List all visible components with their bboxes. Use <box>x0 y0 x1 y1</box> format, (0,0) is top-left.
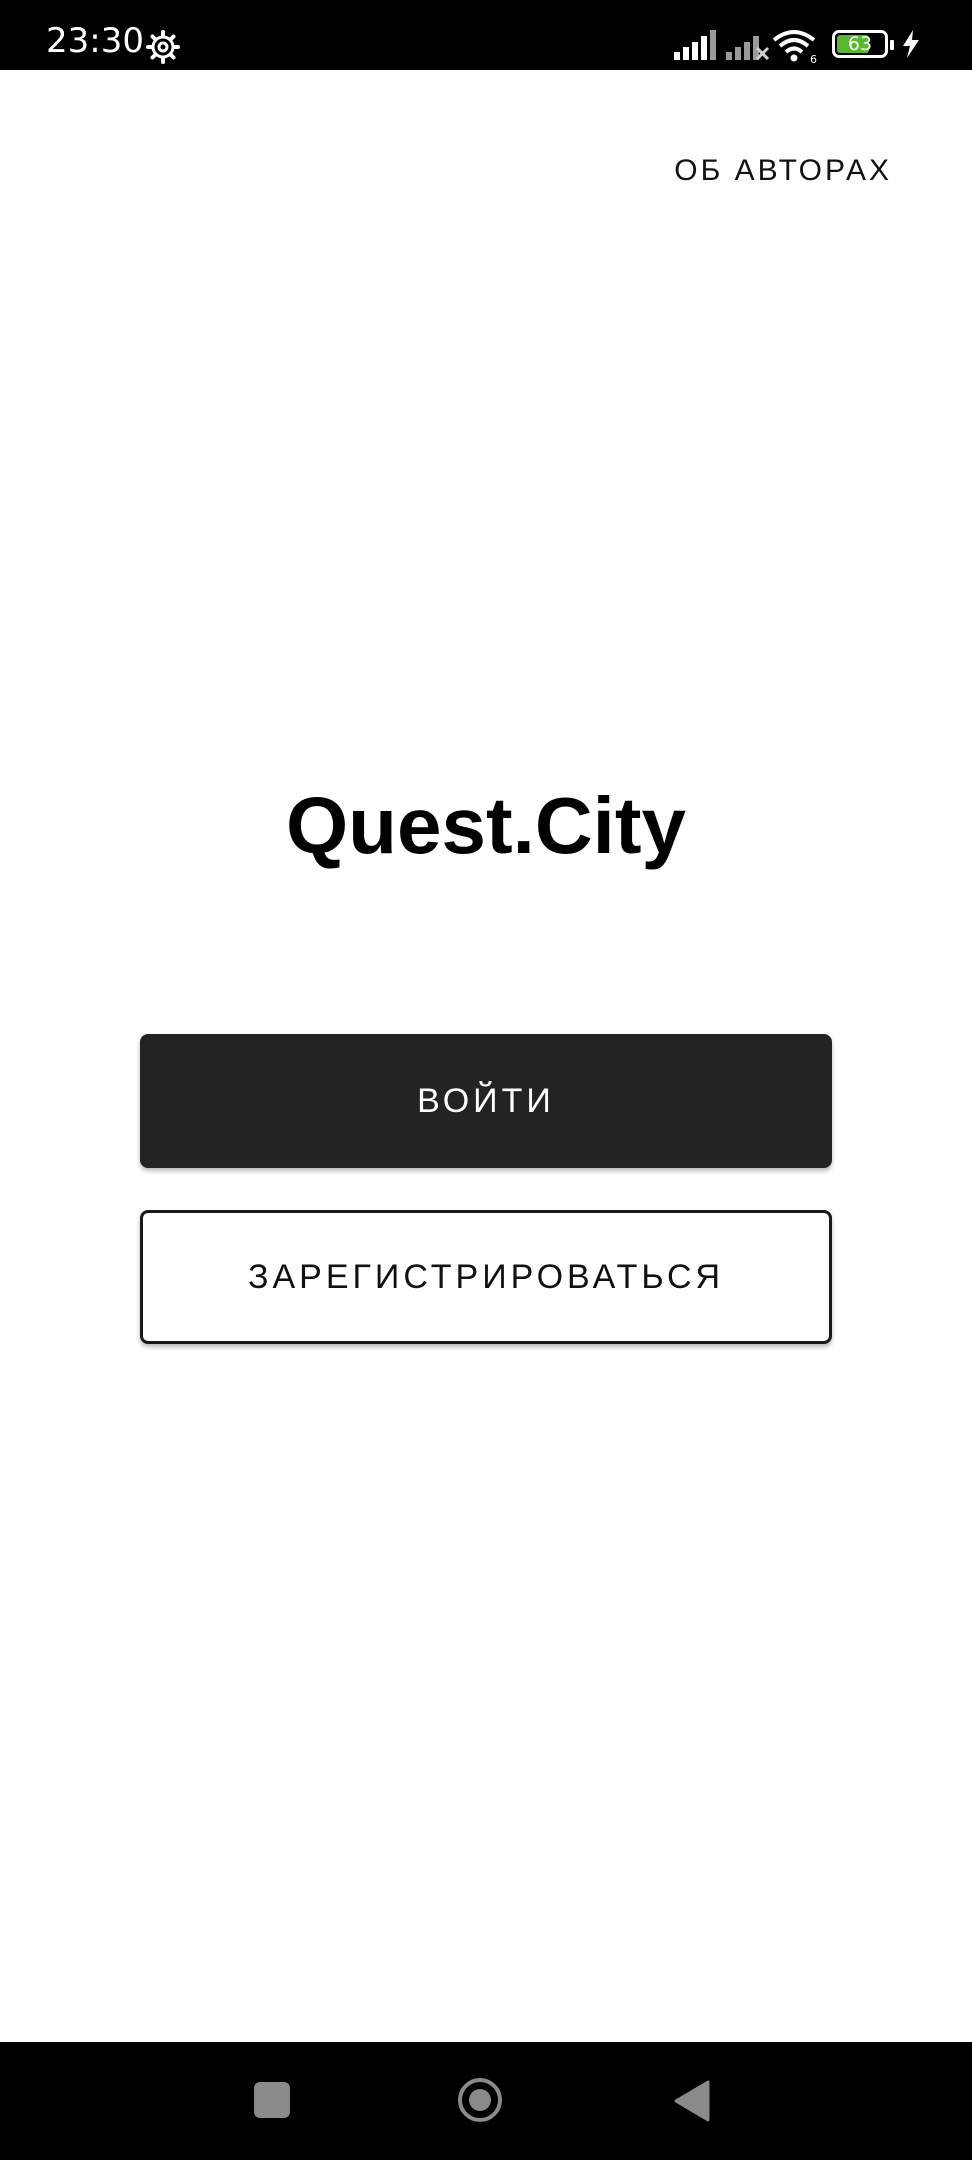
status-time: 23:30 <box>46 21 144 61</box>
status-icons: 6 63 <box>652 0 972 70</box>
back-icon[interactable] <box>674 2080 710 2122</box>
login-button[interactable]: ВОЙТИ <box>140 1034 832 1168</box>
battery-tip <box>890 40 894 50</box>
battery-level: 63 <box>847 33 873 55</box>
wifi-icon: 6 <box>772 28 820 69</box>
svg-text:6: 6 <box>810 53 817 64</box>
home-icon[interactable] <box>456 2076 504 2124</box>
app-title: Quest.City <box>285 781 687 870</box>
signal-icon <box>674 30 720 65</box>
status-bar: 23:30 6 63 <box>0 0 972 70</box>
gear-icon <box>146 30 180 64</box>
login-button-label: ВОЙТИ <box>417 1081 555 1120</box>
recents-icon[interactable] <box>254 2082 290 2118</box>
signal-no-service-icon <box>726 30 770 65</box>
register-button-label: ЗАРЕГИСТРИРОВАТЬСЯ <box>247 1257 725 1296</box>
about-authors-button[interactable]: ОБ АВТОРАХ <box>674 154 892 188</box>
register-button[interactable]: ЗАРЕГИСТРИРОВАТЬСЯ <box>140 1210 832 1344</box>
app-screen: 23:30 6 63 ОБ АВТОРАХ Quest.City ВОЙТИ З… <box>0 0 972 2160</box>
navigation-bar <box>0 2042 972 2160</box>
charging-bolt-icon <box>902 30 920 63</box>
battery-icon: 63 <box>832 30 888 58</box>
